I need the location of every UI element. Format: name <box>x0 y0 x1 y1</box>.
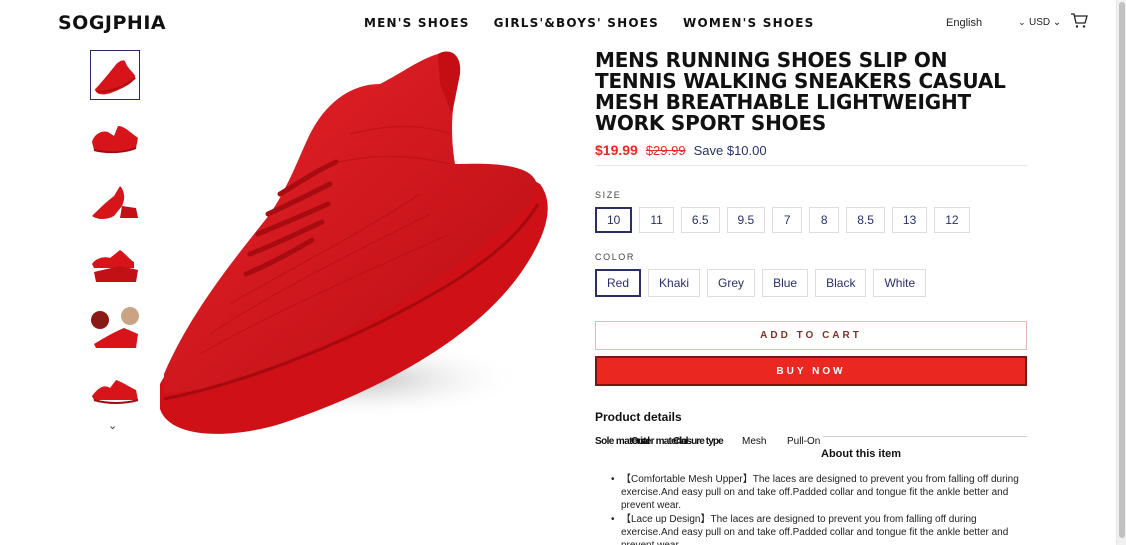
language-selector[interactable]: English ⌄ <box>946 17 1026 29</box>
currency-value: USD <box>1029 17 1051 28</box>
nav-mens-shoes[interactable]: MEN'S SHOES <box>364 16 470 30</box>
product-title: MENS RUNNING SHOES SLIP ON TENNIS WALKIN… <box>595 48 1006 135</box>
add-to-cart-button[interactable]: ADD TO CART <box>595 321 1027 350</box>
thumbnail-3[interactable] <box>90 178 140 228</box>
feature-list: 【Comfortable Mesh Upper】The laces are de… <box>611 473 1027 545</box>
size-option-8-5[interactable]: 8.5 <box>846 207 885 233</box>
chevron-down-icon: ⌄ <box>1018 17 1026 27</box>
color-label: COLOR <box>595 252 636 262</box>
detail-value-mesh: Mesh <box>742 436 767 447</box>
thumbnail-4[interactable] <box>90 240 140 290</box>
color-option-khaki[interactable]: Khaki <box>648 269 701 297</box>
thumbnail-5[interactable] <box>90 304 140 354</box>
size-option-6-5[interactable]: 6.5 <box>680 207 720 233</box>
detail-value-pull-on: Pull-On <box>787 436 821 447</box>
product-price: $19.99 <box>595 142 638 158</box>
size-option-7[interactable]: 7 <box>772 207 803 233</box>
site-header: SOGJPHIA MEN'S SHOES GIRLS'&BOYS' SHOES … <box>0 0 1126 46</box>
size-options: 10 11 6.5 9.5 7 8 8.5 13 12 <box>595 207 970 233</box>
page-scrollbar[interactable] <box>1116 0 1126 545</box>
size-label: SIZE <box>595 190 622 200</box>
color-option-white[interactable]: White <box>873 269 927 297</box>
product-main-image[interactable] <box>150 44 558 444</box>
thumbnail-1[interactable] <box>90 50 140 100</box>
divider <box>595 165 1027 166</box>
buy-now-button[interactable]: BUY NOW <box>595 356 1027 386</box>
compare-at-price: $29.99 <box>645 143 686 158</box>
detail-divider <box>823 436 1027 437</box>
nav-girls-boys-shoes[interactable]: GIRLS'&BOYS' SHOES <box>494 16 659 30</box>
site-logo[interactable]: SOGJPHIA <box>58 12 166 34</box>
color-options: Red Khaki Grey Blue Black White <box>595 269 927 297</box>
about-item-heading: About this item <box>821 448 902 460</box>
color-option-blue[interactable]: Blue <box>762 269 809 297</box>
size-option-8[interactable]: 8 <box>809 207 840 233</box>
color-option-red[interactable]: Red <box>595 269 642 297</box>
color-option-black[interactable]: Black <box>815 269 867 297</box>
thumbnail-2[interactable] <box>90 112 140 162</box>
detail-key-closure-type: Closure type <box>673 436 724 447</box>
list-item: 【Lace up Design】The laces are designed t… <box>611 513 1027 545</box>
savings-label: Save $10.00 <box>693 143 767 158</box>
thumbnail-scroll-down-icon[interactable]: ⌄ <box>108 419 117 432</box>
price-row: $19.99 $29.99 Save $10.00 <box>595 142 767 158</box>
main-nav: MEN'S SHOES GIRLS'&BOYS' SHOES WOMEN'S S… <box>364 16 814 30</box>
size-option-10[interactable]: 10 <box>595 207 633 233</box>
size-option-13[interactable]: 13 <box>891 207 928 233</box>
product-details-heading: Product details <box>595 410 682 424</box>
language-value: English <box>946 17 983 29</box>
thumbnail-6[interactable] <box>90 368 140 418</box>
list-item: 【Comfortable Mesh Upper】The laces are de… <box>611 473 1027 512</box>
size-option-12[interactable]: 12 <box>934 207 970 233</box>
color-option-grey[interactable]: Grey <box>707 269 756 297</box>
nav-womens-shoes[interactable]: WOMEN'S SHOES <box>683 16 814 30</box>
chevron-down-icon: ⌄ <box>1052 17 1062 28</box>
cart-icon[interactable] <box>1070 13 1088 29</box>
currency-selector[interactable]: USD ⌄ <box>1029 17 1061 28</box>
scrollbar-thumb[interactable] <box>1119 2 1125 538</box>
size-option-11[interactable]: 11 <box>639 207 674 233</box>
size-option-9-5[interactable]: 9.5 <box>726 207 766 233</box>
